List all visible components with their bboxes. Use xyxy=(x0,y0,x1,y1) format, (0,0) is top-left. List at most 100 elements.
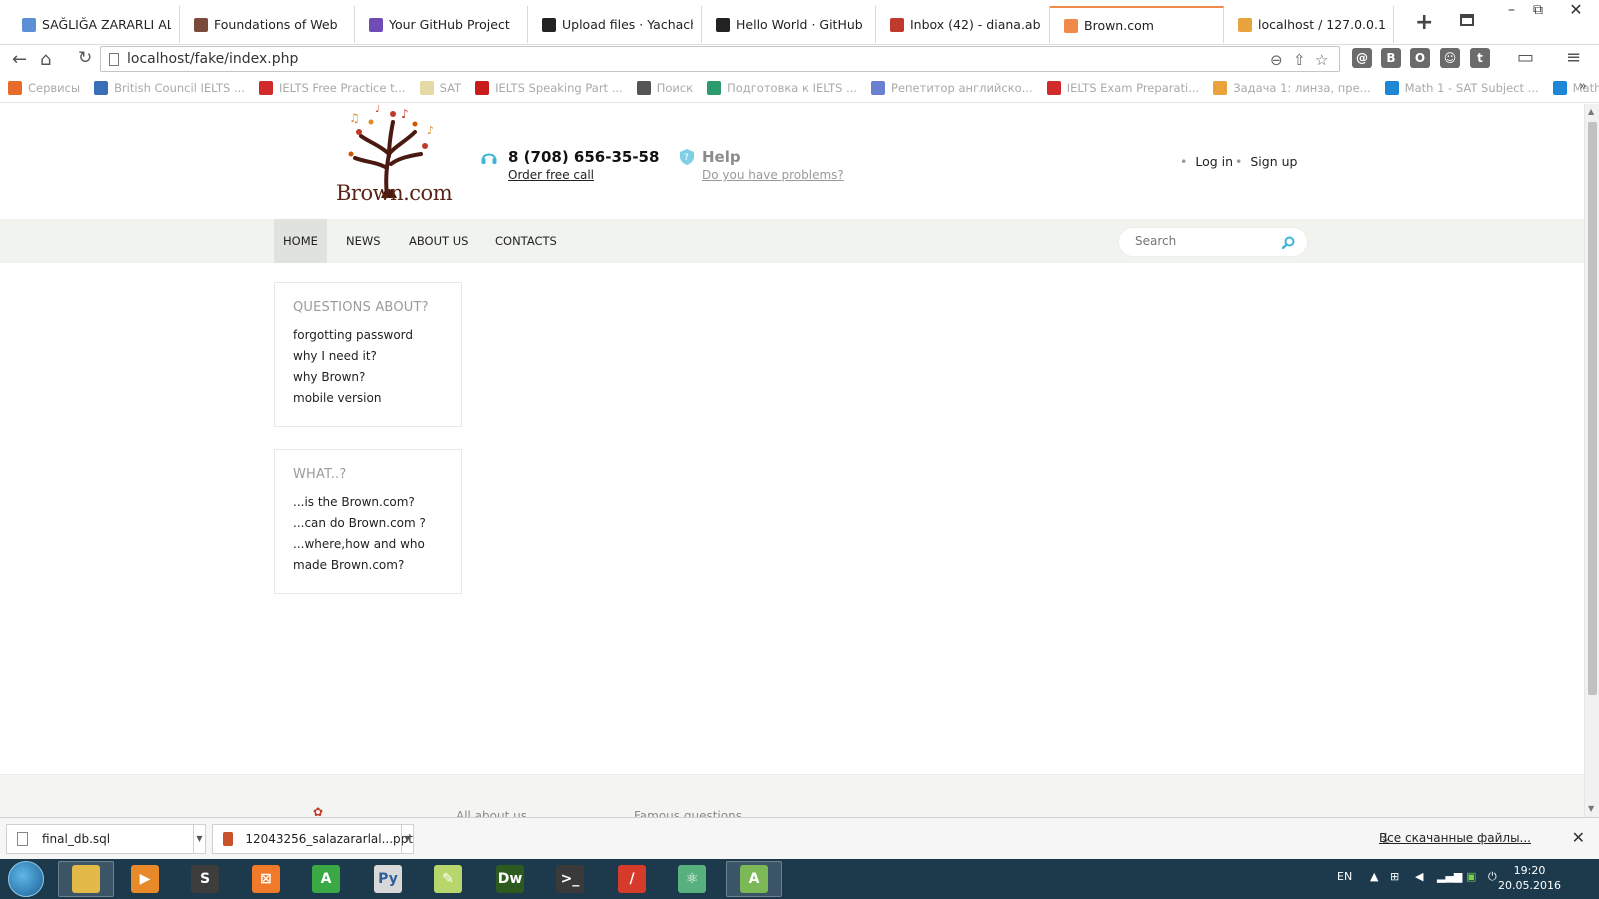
taskbar-app-terminal[interactable]: >_ xyxy=(542,861,598,897)
link-what-is[interactable]: ...is the Brown.com? xyxy=(293,492,443,513)
share-icon[interactable]: ⇧ xyxy=(1293,51,1306,69)
page-scrollbar[interactable]: ▲ ▼ xyxy=(1584,104,1599,817)
bookmark-favicon-icon xyxy=(1384,80,1399,95)
link-why-brown[interactable]: why Brown? xyxy=(293,367,443,388)
headset-icon xyxy=(481,153,497,164)
nav-contacts[interactable]: CONTACTS xyxy=(486,219,566,263)
browser-tab[interactable]: SAĞLIĞA ZARARLI ALIŞKA xyxy=(8,6,180,43)
link-mobile-version[interactable]: mobile version xyxy=(293,388,443,409)
scroll-down-icon[interactable]: ▼ xyxy=(1588,804,1594,813)
tab-label: Brown.com xyxy=(1084,18,1154,33)
taskbar-app-notepad[interactable]: ✎ xyxy=(420,861,476,897)
browser-tab[interactable]: Inbox (42) - diana.abdisa xyxy=(876,6,1050,43)
taskbar-app-media-player[interactable]: ▶ xyxy=(117,861,173,897)
scroll-up-icon[interactable]: ▲ xyxy=(1588,107,1594,116)
bookmark-item[interactable]: IELTS Speaking Part ... xyxy=(475,80,623,95)
bookmark-item[interactable]: Репетитор английско... xyxy=(871,80,1033,95)
tray-expand-icon[interactable]: ▲ xyxy=(1370,870,1378,883)
download-menu-icon[interactable]: ▼ xyxy=(401,825,413,853)
taskbar-app-dreamweaver[interactable]: Dw xyxy=(482,861,538,897)
link-what-can-do[interactable]: ...can do Brown.com ? xyxy=(293,513,443,534)
new-tab-button[interactable]: + xyxy=(1415,10,1433,35)
link-made-brown[interactable]: made Brown.com? xyxy=(293,555,443,576)
browser-tab[interactable]: Brown.com xyxy=(1050,6,1224,43)
download-item[interactable]: 12043256_salazararlal...ppt ▼ xyxy=(212,824,414,854)
login-link[interactable]: • Log in xyxy=(1180,154,1233,169)
start-button[interactable] xyxy=(8,861,44,897)
browser-tab[interactable]: Your GitHub Project xyxy=(355,6,528,43)
bookmark-item[interactable]: British Council IELTS ... xyxy=(94,80,245,95)
extension-mail-icon[interactable]: @ xyxy=(1352,48,1372,68)
search-input[interactable] xyxy=(1135,234,1275,248)
taskbar-app-python[interactable]: Py xyxy=(360,861,416,897)
bookmark-item[interactable]: Подготовка к IELTS ... xyxy=(707,80,857,95)
restore-icon[interactable]: ⧉ xyxy=(1533,2,1543,18)
browser-tab[interactable]: localhost / 127.0.0.1 / fina xyxy=(1224,6,1394,43)
nav-about-us[interactable]: ABOUT US xyxy=(400,219,477,263)
search-icon[interactable] xyxy=(1282,236,1295,249)
power-icon[interactable]: ⏻ xyxy=(1488,870,1497,884)
bookmark-favicon-icon xyxy=(94,80,109,95)
download-item[interactable]: final_db.sql ▼ xyxy=(6,824,206,854)
logo-text[interactable]: Brown.com xyxy=(336,181,453,205)
taskbar-clock[interactable]: 19:20 20.05.2016 xyxy=(1498,863,1561,893)
nav-news[interactable]: NEWS xyxy=(337,219,390,263)
bookmark-item[interactable]: Math 2 - SAT Subject ... xyxy=(1552,80,1599,95)
volume-icon[interactable]: ◀ xyxy=(1415,870,1423,883)
help-title[interactable]: Help xyxy=(702,148,741,166)
signal-icon[interactable]: ▂▄▆ xyxy=(1437,870,1462,883)
bookmarks-overflow-icon[interactable]: » xyxy=(1579,79,1587,94)
footer-questions[interactable]: Famous questions xyxy=(634,809,742,817)
footer-about[interactable]: All about us xyxy=(456,809,527,817)
extension-ok-icon[interactable]: О xyxy=(1410,48,1430,68)
windows-flag-icon[interactable]: ⊞ xyxy=(1390,870,1399,883)
bookmark-item[interactable]: SAT xyxy=(419,80,461,95)
bookmark-item[interactable]: Задача 1: линза, пре... xyxy=(1213,80,1371,95)
extension-face-icon[interactable]: ☺ xyxy=(1440,48,1460,68)
bookmark-item[interactable]: IELTS Free Practice t... xyxy=(258,80,406,95)
tab-label: Upload files · Yachachadi xyxy=(562,17,693,32)
nav-home[interactable]: HOME xyxy=(274,219,327,263)
bookmark-item[interactable]: Math 1 - SAT Subject ... xyxy=(1384,80,1539,95)
bookmark-item[interactable]: Сервисы xyxy=(8,80,80,95)
battery-icon[interactable]: ▣ xyxy=(1466,870,1476,883)
browser-tab[interactable]: Upload files · Yachachadi xyxy=(528,6,702,43)
menu-icon[interactable]: ≡ xyxy=(1566,47,1581,68)
bookmark-favicon-icon xyxy=(636,80,651,95)
extension-twitter-icon[interactable]: t xyxy=(1470,48,1490,68)
link-why-need-it[interactable]: why I need it? xyxy=(293,346,443,367)
browser-tab[interactable]: Foundations of Web xyxy=(180,6,355,43)
home-icon[interactable]: ⌂ xyxy=(40,49,51,70)
extension-b-icon[interactable]: B xyxy=(1381,48,1401,68)
link-forgotting-password[interactable]: forgotting password xyxy=(293,325,443,346)
taskbar-app-sublime-text[interactable]: S xyxy=(177,861,233,897)
scrollbar-thumb[interactable] xyxy=(1588,122,1597,695)
taskbar-app-atom[interactable]: ⚛ xyxy=(664,861,720,897)
signup-link[interactable]: • Sign up xyxy=(1235,154,1297,169)
taskbar-app-explorer[interactable] xyxy=(58,861,114,897)
minimize-icon[interactable]: – xyxy=(1508,2,1515,18)
taskbar-app-brush-app[interactable]: / xyxy=(604,861,660,897)
taskbar-app-android-studio[interactable]: A xyxy=(726,861,782,897)
tab-list-icon[interactable] xyxy=(1460,14,1474,26)
language-indicator[interactable]: EN xyxy=(1337,870,1352,883)
taskbar-app-xampp[interactable]: ⊠ xyxy=(238,861,294,897)
chat-icon[interactable]: ▭ xyxy=(1517,47,1534,68)
zoom-icon[interactable]: ⊖ xyxy=(1270,51,1283,69)
close-download-bar-icon[interactable]: ✕ xyxy=(1572,828,1585,847)
bookmark-item[interactable]: Поиск xyxy=(636,80,693,95)
browser-tab[interactable]: Hello World · GitHub Gui xyxy=(702,6,876,43)
reload-icon[interactable]: ↻ xyxy=(78,48,92,68)
taskbar-app-app-a[interactable]: A xyxy=(298,861,354,897)
order-call-link[interactable]: Order free call xyxy=(508,168,594,182)
show-all-downloads-link[interactable]: Все скачанные файлы... xyxy=(1379,831,1531,845)
download-menu-icon[interactable]: ▼ xyxy=(193,825,205,853)
bookmark-item[interactable]: IELTS Exam Preparati... xyxy=(1046,80,1199,95)
address-bar[interactable]: localhost/fake/index.php xyxy=(100,46,1340,72)
window-close-icon[interactable]: ✕ xyxy=(1553,0,1599,22)
site-navigation: HOME NEWS ABOUT US CONTACTS xyxy=(0,219,1584,263)
help-problems-link[interactable]: Do you have problems? xyxy=(702,168,844,182)
link-where-how-who[interactable]: ...where,how and who xyxy=(293,534,443,555)
bookmark-star-icon[interactable]: ☆ xyxy=(1315,51,1328,69)
back-icon[interactable]: ← xyxy=(12,49,27,70)
